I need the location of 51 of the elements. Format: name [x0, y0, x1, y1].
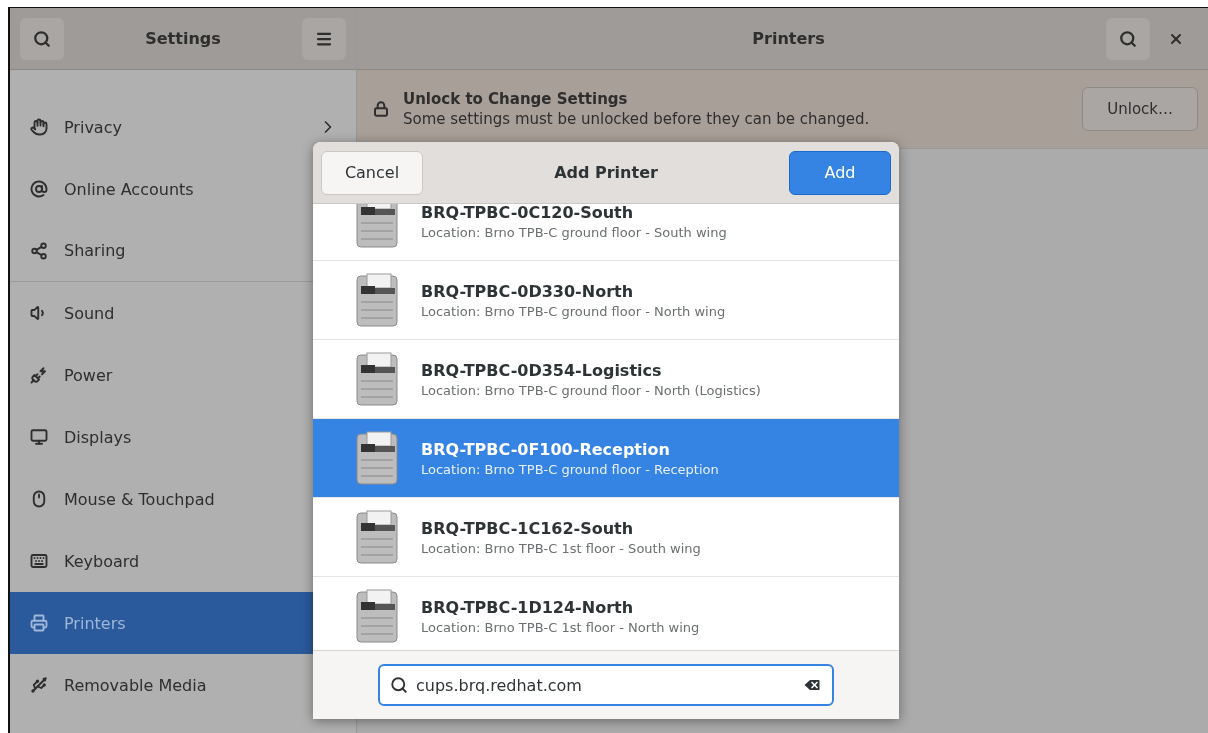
usb-stick-icon [30, 676, 48, 694]
cancel-button[interactable]: Cancel [321, 150, 423, 195]
printer-location: Location: Brno TPB-C ground floor - South wing [421, 224, 727, 240]
printer-icon [353, 509, 401, 565]
at-sign-icon [30, 180, 48, 198]
printer-name: BRQ-TPBC-1D124-North [421, 597, 635, 617]
lock-icon [373, 101, 389, 117]
printer-location: Location: Brno TPB-C 1st floor - South wing [421, 540, 701, 556]
search-icon [1119, 29, 1137, 48]
monitor-icon [30, 428, 48, 446]
printer-location: Location: Brno TPB-C ground floor - North wing [421, 303, 726, 319]
printer-row[interactable]: BRQ-TPBC-0D330-North Location: Brno TPB-C ground floor - North wing [313, 261, 899, 340]
search-icon [390, 676, 408, 694]
search-button[interactable] [20, 17, 64, 60]
sidebar-item[interactable]: Removable Media [10, 654, 356, 716]
printer-row[interactable]: BRQ-TPBC-1D124-North Location: Brno TPB-C 1st floor - North wing [313, 577, 899, 650]
printer-location: Location: Brno TPB-C ground floor - Reception [421, 461, 719, 477]
printer-icon [353, 351, 401, 407]
sidebar-title: Settings [145, 29, 221, 48]
add-button[interactable]: Add [789, 150, 891, 195]
printer-name: BRQ-TPBC-0F100-Reception [421, 439, 671, 459]
plug-icon [30, 366, 48, 384]
printer-row[interactable]: BRQ-TPBC-1C162-South Location: Brno TPB-C 1st floor - South wing [313, 498, 899, 577]
printer-icon [353, 204, 401, 249]
mouse-icon [30, 490, 48, 508]
banner-title: Unlock to Change Settings [403, 90, 629, 108]
printer-row[interactable]: BRQ-TPBC-0D354-Logistics Location: Brno TPB-C ground floor - North (Logistics) [313, 340, 899, 419]
window-title: Printers [752, 29, 825, 48]
unlock-button[interactable]: Unlock… [1082, 87, 1198, 131]
printer-name: BRQ-TPBC-0D330-North [421, 281, 635, 301]
printer-icon [353, 272, 401, 328]
banner-text: Some settings must be unlocked before they can be changed. [403, 110, 871, 128]
hand-icon [30, 118, 48, 136]
printer-name: BRQ-TPBC-0D354-Logistics [421, 360, 663, 380]
dialog-title: Add Printer [554, 163, 658, 182]
printer-icon [353, 588, 401, 644]
search-button[interactable] [1106, 17, 1150, 60]
share-icon [30, 241, 48, 260]
search-input[interactable]: cups.brq.redhat.com [416, 675, 794, 695]
keyboard-icon [30, 552, 48, 570]
printer-name: BRQ-TPBC-1C162-South [421, 518, 635, 538]
printer-row[interactable]: BRQ-TPBC-0C120-South Location: Brno TPB-C ground floor - South wing [313, 204, 899, 261]
printer-icon [353, 430, 401, 486]
printer-row[interactable]: BRQ-TPBC-0F100-Reception Location: Brno TPB-C ground floor - Reception [313, 419, 899, 498]
printer-icon [30, 614, 48, 632]
search-field[interactable]: cups.brq.redhat.com [378, 664, 834, 706]
printer-location: Location: Brno TPB-C 1st floor - North wing [421, 619, 700, 635]
printer-location: Location: Brno TPB-C ground floor - North (Logistics) [421, 382, 761, 398]
printer-name: BRQ-TPBC-0C120-South [421, 204, 635, 222]
menu-button[interactable] [302, 17, 346, 60]
search-icon [33, 29, 51, 48]
